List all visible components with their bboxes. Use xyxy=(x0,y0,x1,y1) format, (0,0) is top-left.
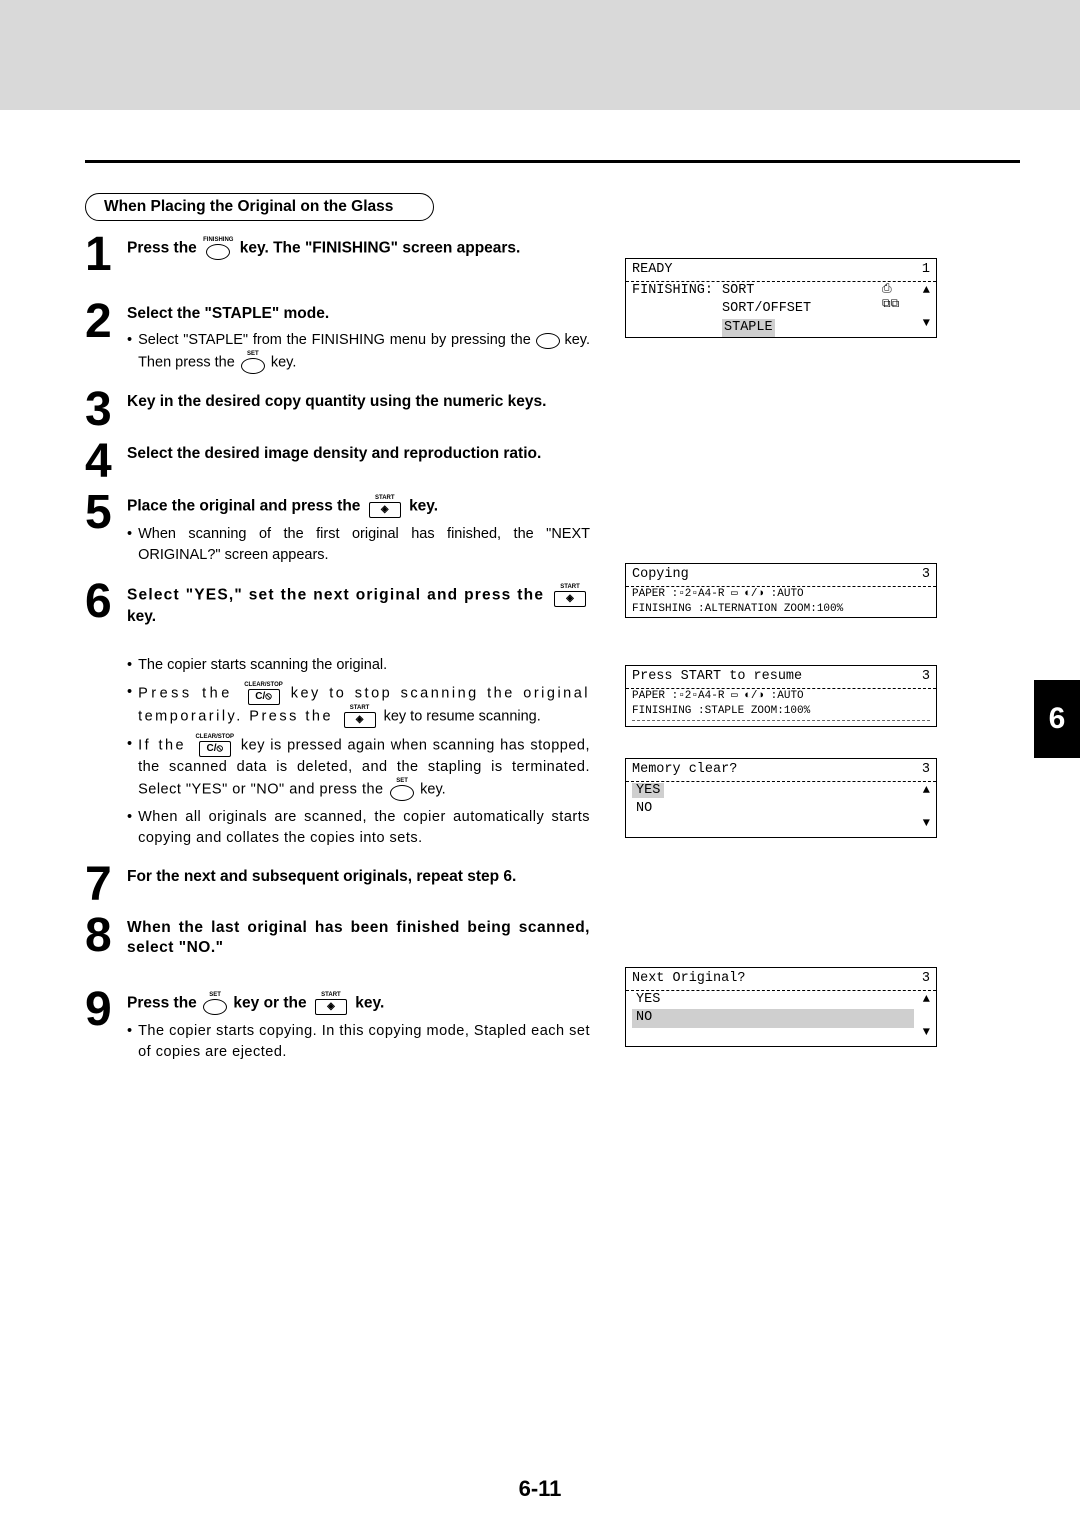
step-number: 8 xyxy=(85,912,127,957)
step-title-part: Place the original and press the xyxy=(127,497,365,514)
lcd-panel-ready: READY 1 FINISHING: SORT SORT/OFFSET STAP… xyxy=(625,258,937,338)
chapter-tab: 6 xyxy=(1034,680,1080,758)
step-title: When the last original has been finished… xyxy=(127,918,590,958)
lcd-option: YES xyxy=(632,992,664,1007)
step-title-part: Press the xyxy=(127,240,201,257)
steps-column: 1 Press the FINISHING key. The "FINISHIN… xyxy=(85,231,590,1069)
step-number: 1 xyxy=(85,231,127,276)
step-title: For the next and subsequent originals, r… xyxy=(127,867,590,887)
step-9: 9 Press the SET key or the START ◈ xyxy=(85,986,590,1069)
step-6: 6 Select "YES," set the next original an… xyxy=(85,578,590,855)
step-title-part: key. xyxy=(355,995,384,1012)
set-key-icon: SET xyxy=(203,992,227,1015)
clearstop-key-icon: CLEAR/STOP C/⦸ xyxy=(244,682,283,705)
lcd-line: FINISHING :STAPLE ZOOM:100% xyxy=(632,704,930,719)
lcd-count: 3 xyxy=(922,970,930,988)
down-key-icon xyxy=(536,333,560,349)
lcd-count: 3 xyxy=(922,668,930,686)
step-title: Key in the desired copy quantity using t… xyxy=(127,392,590,412)
step-1: 1 Press the FINISHING key. The "FINISHIN… xyxy=(85,231,590,276)
page-number: 6-11 xyxy=(0,1476,1080,1502)
set-key-icon: SET xyxy=(241,351,265,374)
lcd-option-selected: NO xyxy=(632,1009,914,1027)
step-title-part: key or the xyxy=(233,995,311,1012)
scroll-arrow-icon: ▲▼ xyxy=(914,991,930,1046)
lcd-option-selected: YES xyxy=(632,783,664,798)
staple-icon: ⎙⧉⧉ xyxy=(882,282,914,337)
lcd-option: SORT/OFFSET xyxy=(722,301,811,316)
lcd-panel-next-original: Next Original? 3 YES NO ▲▼ xyxy=(625,967,937,1047)
lcd-line: PAPER :▫2▫A4-R ▭ ◐/◑ :AUTO xyxy=(632,587,930,602)
step-number: 6 xyxy=(85,578,127,623)
finishing-key-icon: FINISHING xyxy=(203,237,233,260)
lcd-line: PAPER :▫2▫A4-R ▭ ◐/◑ :AUTO xyxy=(632,689,930,704)
step-title-part: key. The "FINISHING" screen appears. xyxy=(240,240,521,257)
set-key-icon: SET xyxy=(390,778,414,801)
lcd-count: 3 xyxy=(922,566,930,584)
step-number: 7 xyxy=(85,861,127,906)
lcd-status: READY xyxy=(632,261,673,279)
step-title-part: Press the xyxy=(127,995,201,1012)
lcd-label: FINISHING: xyxy=(632,282,722,337)
lcd-count: 1 xyxy=(922,261,930,279)
step-3: 3 Key in the desired copy quantity using… xyxy=(85,386,590,431)
step-number: 4 xyxy=(85,438,127,483)
section-title-pill: When Placing the Original on the Glass xyxy=(85,193,434,221)
step-4: 4 Select the desired image density and r… xyxy=(85,438,590,483)
start-key-icon: START ◈ xyxy=(313,992,349,1015)
start-key-icon: START ◈ xyxy=(552,584,588,607)
lcd-panel-resume: Press START to resume 3 PAPER :▫2▫A4-R ▭… xyxy=(625,665,937,727)
step-5: 5 Place the original and press the START… xyxy=(85,489,590,572)
divider xyxy=(85,160,1020,163)
step-title-part: key. xyxy=(409,497,438,514)
step-number: 5 xyxy=(85,489,127,534)
bullet: Press the CLEAR/STOP C/⦸ key to stop sca… xyxy=(127,682,590,728)
clearstop-key-icon: CLEAR/STOP C/⦸ xyxy=(195,734,234,757)
scroll-arrow-icon: ▲▼ xyxy=(914,282,930,337)
manual-page: When Placing the Original on the Glass 1… xyxy=(0,0,1080,1526)
step-title: Select the desired image density and rep… xyxy=(127,444,590,464)
header-band xyxy=(0,0,1080,110)
step-number: 3 xyxy=(85,386,127,431)
step-title: Select the "STAPLE" mode. xyxy=(127,304,590,324)
lcd-count: 3 xyxy=(922,761,930,779)
step-7: 7 For the next and subsequent originals,… xyxy=(85,861,590,906)
step-8: 8 When the last original has been finish… xyxy=(85,912,590,958)
lcd-option-selected: STAPLE xyxy=(722,319,775,337)
start-key-icon: START ◈ xyxy=(342,705,378,728)
lcd-line: FINISHING :ALTERNATION ZOOM:100% xyxy=(632,602,930,617)
bullet: The copier starts copying. In this copyi… xyxy=(127,1021,590,1063)
step-title-part: key. xyxy=(127,608,156,625)
bullet: The copier starts scanning the original. xyxy=(127,655,590,676)
lcd-option: NO xyxy=(632,801,656,816)
step-2: 2 Select the "STAPLE" mode. Select "STAP… xyxy=(85,298,590,380)
step-number: 2 xyxy=(85,298,127,343)
bullet: When scanning of the first original has … xyxy=(127,524,590,566)
step-number: 9 xyxy=(85,986,127,1031)
lcd-title: Press START to resume xyxy=(632,668,802,686)
lcd-title: Copying xyxy=(632,566,689,584)
lcd-title: Memory clear? xyxy=(632,761,737,779)
step-title-part: Select "YES," set the next original and … xyxy=(127,586,550,603)
scroll-arrow-icon: ▲▼ xyxy=(914,782,930,837)
lcd-title: Next Original? xyxy=(632,970,745,988)
lcd-option: SORT xyxy=(722,283,754,298)
lcd-panel-memory-clear: Memory clear? 3 YES NO ▲▼ xyxy=(625,758,937,838)
main-content: When Placing the Original on the Glass 1… xyxy=(0,110,1080,1069)
bullet: When all originals are scanned, the copi… xyxy=(127,807,590,849)
bullet: Select "STAPLE" from the FINISHING menu … xyxy=(127,330,590,374)
lcd-panel-copying: Copying 3 PAPER :▫2▫A4-R ▭ ◐/◑ :AUTO FIN… xyxy=(625,563,937,618)
start-key-icon: START ◈ xyxy=(367,495,403,518)
bullet: If the CLEAR/STOP C/⦸ key is pressed aga… xyxy=(127,734,590,801)
